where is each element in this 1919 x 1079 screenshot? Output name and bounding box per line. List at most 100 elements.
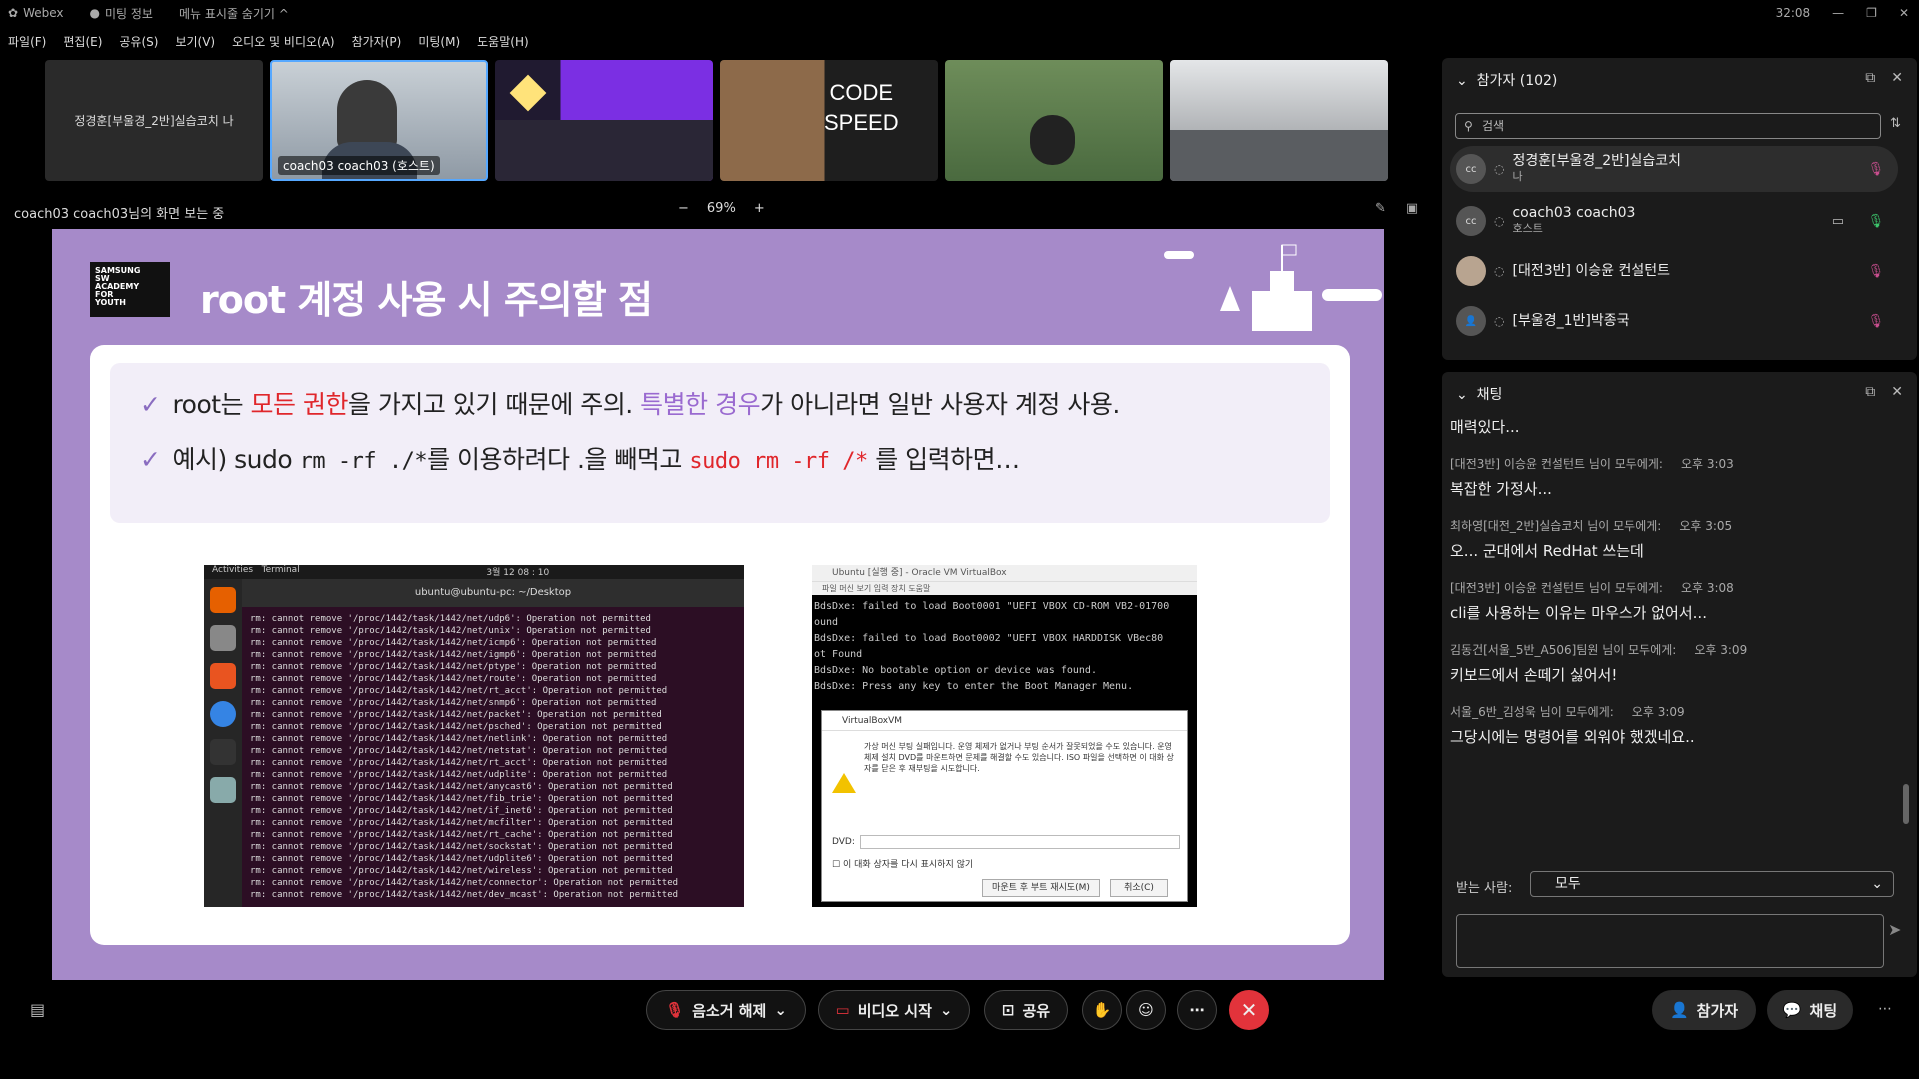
start-video-button[interactable]: ▭ 비디오 시작 ⌄ <box>818 990 970 1030</box>
hide-menu-button[interactable]: 메뉴 표시줄 숨기기 ^ <box>179 5 289 22</box>
chat-sender: 서울_6반_김성욱 님이 모두에게: 오후 3:09 <box>1450 705 1685 719</box>
participant-row[interactable]: 👤 ◌ [부울경_1반]박종국 🎙 <box>1450 298 1898 344</box>
terminal-line: rm: cannot remove '/proc/1442/task/1442/… <box>250 770 668 780</box>
restore-icon[interactable]: ❐ <box>1866 6 1877 20</box>
bullet-1: ✓ root는 모든 권한을 가지고 있기 때문에 주의. 특별한 경우가 아니라… <box>140 390 1120 419</box>
muted-mic-icon[interactable]: 🎙 <box>1867 162 1884 177</box>
chat-text: 복잡한 가정사... <box>1450 480 1552 498</box>
host-video-tile[interactable]: coach03 coach03 (호스트) <box>270 60 488 181</box>
send-icon[interactable]: ➤ <box>1888 920 1901 939</box>
terminal-output: rm: cannot remove '/proc/1442/task/1442/… <box>250 613 734 901</box>
meeting-info-button[interactable]: ● 미팅 정보 <box>90 5 153 22</box>
menu-item[interactable]: 도움말(H) <box>477 33 529 50</box>
more-options-button[interactable]: ⋯ <box>1177 990 1217 1030</box>
chat-text: cli를 사용하는 이유는 마우스가 없어서... <box>1450 604 1707 622</box>
share-button[interactable]: ⊡ 공유 <box>984 990 1068 1030</box>
mic-icon[interactable]: 🎙 <box>1867 214 1884 229</box>
minimize-icon[interactable]: — <box>1832 6 1844 20</box>
chat-time: 오후 3:05 <box>1679 519 1733 533</box>
close-icon[interactable]: ✕ <box>1891 70 1903 86</box>
ubuntu-dock <box>204 579 242 907</box>
chat-message: 매력있다... <box>1450 416 1890 437</box>
chat-message: [대전3반] 이승윤 컨설턴트 님이 모두에게: 오후 3:08 cli를 사용하는… <box>1450 579 1890 623</box>
chat-toggle-button[interactable]: 💬 채팅 <box>1767 990 1853 1030</box>
chat-sender: 최하영[대전_2반]실습코치 님이 모두에게: 오후 3:05 <box>1450 519 1733 533</box>
participant-row[interactable]: cc ◌ 정경훈[부울경_2반]실습코치 나 🎙 <box>1450 146 1898 192</box>
terminal-line: rm: cannot remove '/proc/1442/task/1442/… <box>250 722 662 732</box>
participant-name: [부울경_1반]박종국 <box>1512 313 1630 329</box>
more-icon[interactable]: ⋯ <box>1878 1001 1892 1017</box>
ring-icon: ◌ <box>1494 214 1505 228</box>
raise-hand-button[interactable]: ✋ <box>1082 990 1122 1030</box>
reactions-button[interactable]: ☺ <box>1126 990 1166 1030</box>
self-video-tile[interactable]: 정경훈[부울경_2반]실습코치 나 <box>45 60 263 181</box>
unmute-button[interactable]: 🎙 음소거 해제 ⌄ <box>646 990 806 1030</box>
menu-item[interactable]: 공유(S) <box>119 33 158 50</box>
software-icon <box>210 663 236 689</box>
chat-time: 오후 3:09 <box>1631 705 1685 719</box>
chevron-down-icon: ⌄ <box>1456 73 1468 89</box>
video-tile-3[interactable] <box>495 60 713 181</box>
participant-name: [대전3반] 이승윤 컨설턴트 <box>1512 263 1671 279</box>
captions-icon[interactable]: ▤ <box>30 1000 45 1019</box>
screen-view-icon[interactable]: ▣ <box>1406 201 1418 216</box>
smiley-icon: ☺ <box>1138 1001 1154 1019</box>
sparkle-decoration <box>509 74 547 112</box>
host-tile-label: coach03 coach03 (호스트) <box>278 156 440 175</box>
muted-mic-icon[interactable]: 🎙 <box>1867 264 1884 279</box>
participants-toggle-button[interactable]: 👤 참가자 <box>1652 990 1756 1030</box>
close-window-icon[interactable]: ✕ <box>1899 6 1909 20</box>
menu-item[interactable]: 참가자(P) <box>352 33 402 50</box>
chat-scrollbar[interactable] <box>1901 424 1911 854</box>
terminal-line: rm: cannot remove '/proc/1442/task/1442/… <box>250 638 657 648</box>
hand-icon: ✋ <box>1092 1001 1112 1019</box>
chat-message: 김동건[서울_5반_A506]팀원 님이 모두에게: 오후 3:09 키보드에서 손… <box>1450 641 1890 685</box>
video-tile-6[interactable] <box>1170 60 1388 181</box>
boot-line: ound <box>814 617 839 628</box>
participants-panel: ⌄ 참가자 (102) ⧉ ✕ ⚲ 검색 ⇅ cc ◌ 정경훈[부울경_2반]실습코… <box>1442 58 1917 360</box>
menu-item[interactable]: 보기(V) <box>175 33 215 50</box>
chat-text: 매력있다... <box>1450 418 1520 436</box>
terminal-line: rm: cannot remove '/proc/1442/task/1442/… <box>250 674 657 684</box>
boot-output: BdsDxe: failed to load Boot0001 "UEFI VB… <box>812 595 1197 699</box>
popout-icon[interactable]: ⧉ <box>1865 70 1875 86</box>
files-icon <box>210 625 236 651</box>
participants-header[interactable]: ⌄ 참가자 (102) <box>1456 70 1557 90</box>
participant-row[interactable]: ◌ [대전3반] 이승윤 컨설턴트 🎙 <box>1450 248 1898 294</box>
zoom-in-button[interactable]: + <box>754 201 765 216</box>
menu-item[interactable]: 편집(E) <box>63 33 102 50</box>
participant-row[interactable]: cc ◌ coach03 coach03 호스트 ▭ 🎙 <box>1450 198 1898 244</box>
chat-input[interactable] <box>1456 914 1884 968</box>
recipient-select[interactable]: 모두 ⌄ <box>1530 871 1894 897</box>
menu-item[interactable]: 오디오 및 비디오(A) <box>232 33 334 50</box>
annotate-icon[interactable]: ✎ <box>1375 201 1386 216</box>
chat-header[interactable]: ⌄ 채팅 <box>1456 384 1502 404</box>
dialog-cancel-button: 취소(C) <box>1110 879 1168 897</box>
vbox-titlebar: Ubuntu [실행 중] - Oracle VM VirtualBox <box>812 565 1197 581</box>
search-icon: ⚲ <box>1464 119 1473 133</box>
menu-item[interactable]: 미팅(M) <box>418 33 460 50</box>
video-icon[interactable]: ▭ <box>1832 214 1844 229</box>
chevron-down-icon: ⌄ <box>1871 876 1883 892</box>
sort-icon[interactable]: ⇅ <box>1890 116 1901 131</box>
terminal-line: rm: cannot remove '/proc/1442/task/1442/… <box>250 818 673 828</box>
muted-mic-icon[interactable]: 🎙 <box>1867 314 1884 329</box>
avatar: cc <box>1456 206 1486 236</box>
terminal-title: ubuntu@ubuntu-pc: ~/Desktop <box>242 579 744 607</box>
participant-name: 정경훈[부울경_2반]실습코치 <box>1512 153 1681 169</box>
terminal-line: rm: cannot remove '/proc/1442/task/1442/… <box>250 806 673 816</box>
app-name: ✿ Webex <box>8 6 64 20</box>
ring-icon: ◌ <box>1494 162 1505 176</box>
slide-content-card: ✓ root는 모든 권한을 가지고 있기 때문에 주의. 특별한 경우가 아니라… <box>90 345 1350 945</box>
menu-item[interactable]: 파일(F) <box>8 33 46 50</box>
leave-meeting-button[interactable]: ✕ <box>1229 990 1269 1030</box>
code-speed-banner: CODE SPEED <box>824 80 899 135</box>
popout-icon[interactable]: ⧉ <box>1865 384 1875 400</box>
chat-text: 키보드에서 손떼기 싫어서! <box>1450 666 1618 684</box>
terminal-line: rm: cannot remove '/proc/1442/task/1442/… <box>250 866 673 876</box>
participant-search-input[interactable]: ⚲ 검색 <box>1455 113 1881 139</box>
zoom-out-button[interactable]: − <box>678 201 689 216</box>
video-tile-5[interactable] <box>945 60 1163 181</box>
video-tile-4[interactable]: CODE SPEED <box>720 60 938 181</box>
close-icon[interactable]: ✕ <box>1891 384 1903 400</box>
